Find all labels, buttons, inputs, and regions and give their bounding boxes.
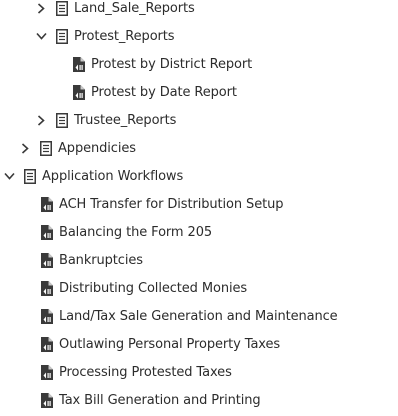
tree-item-processing-protested-taxes[interactable]: Processing Protested Taxes (0, 358, 398, 386)
tree-item-label: Distributing Collected Monies (59, 280, 248, 296)
tree-item-appendicies[interactable]: Appendicies (0, 134, 398, 162)
tree-item-label: Outlawing Personal Property Taxes (59, 336, 281, 352)
tree-item-label: Protest by District Report (91, 56, 253, 72)
pdf-document-icon (41, 196, 53, 212)
tree-item-label: Tax Bill Generation and Printing (59, 392, 261, 408)
pdf-document-icon (41, 364, 53, 380)
tree-item-label: Protest_Reports (74, 28, 175, 44)
tree-item-label: Land_Sale_Reports (74, 0, 195, 16)
tree-item-tax-bill-generation[interactable]: Tax Bill Generation and Printing (0, 386, 398, 414)
tree-item-application-workflows[interactable]: Application Workflows (0, 162, 398, 190)
tree-item-label: Protest by Date Report (91, 84, 237, 100)
tree-item-label: Processing Protested Taxes (59, 364, 232, 380)
document-outline-icon (24, 168, 36, 184)
chevron-right-icon[interactable] (35, 2, 47, 14)
chevron-right-icon[interactable] (19, 142, 31, 154)
pdf-document-icon (41, 392, 53, 408)
document-outline-icon (56, 0, 68, 16)
tree-item-land-sale-reports[interactable]: Land_Sale_Reports (0, 0, 398, 22)
tree-item-bankruptcies[interactable]: Bankruptcies (0, 246, 398, 274)
tree-item-label: Application Workflows (42, 168, 184, 184)
tree-item-distributing-collected-monies[interactable]: Distributing Collected Monies (0, 274, 398, 302)
chevron-down-icon[interactable] (35, 30, 47, 42)
pdf-document-icon (73, 84, 85, 100)
pdf-document-icon (41, 308, 53, 324)
chevron-down-icon[interactable] (3, 170, 15, 182)
tree-item-label: Appendicies (58, 140, 136, 156)
tree-item-protest-by-district-report[interactable]: Protest by District Report (0, 50, 398, 78)
tree-item-outlawing-personal-property-taxes[interactable]: Outlawing Personal Property Taxes (0, 330, 398, 358)
tree-item-land-tax-sale-generation[interactable]: Land/Tax Sale Generation and Maintenance (0, 302, 398, 330)
tree-item-protest-reports[interactable]: Protest_Reports (0, 22, 398, 50)
tree-item-label: ACH Transfer for Distribution Setup (59, 196, 284, 212)
tree-item-trustee-reports[interactable]: Trustee_Reports (0, 106, 398, 134)
tree-item-balancing-form-205[interactable]: Balancing the Form 205 (0, 218, 398, 246)
tree-item-label: Land/Tax Sale Generation and Maintenance (59, 308, 338, 324)
tree-item-protest-by-date-report[interactable]: Protest by Date Report (0, 78, 398, 106)
document-outline-icon (56, 112, 68, 128)
pdf-document-icon (41, 336, 53, 352)
pdf-document-icon (41, 280, 53, 296)
document-outline-icon (40, 140, 52, 156)
tree-item-ach-transfer[interactable]: ACH Transfer for Distribution Setup (0, 190, 398, 218)
bookmark-tree: Land_Sale_Reports Protest_Reports Protes… (0, 0, 398, 416)
tree-item-label: Bankruptcies (59, 252, 143, 268)
chevron-right-icon[interactable] (35, 114, 47, 126)
document-outline-icon (56, 28, 68, 44)
pdf-document-icon (41, 252, 53, 268)
pdf-document-icon (73, 56, 85, 72)
tree-item-label: Trustee_Reports (74, 112, 177, 128)
pdf-document-icon (41, 224, 53, 240)
tree-item-label: Balancing the Form 205 (59, 224, 213, 240)
